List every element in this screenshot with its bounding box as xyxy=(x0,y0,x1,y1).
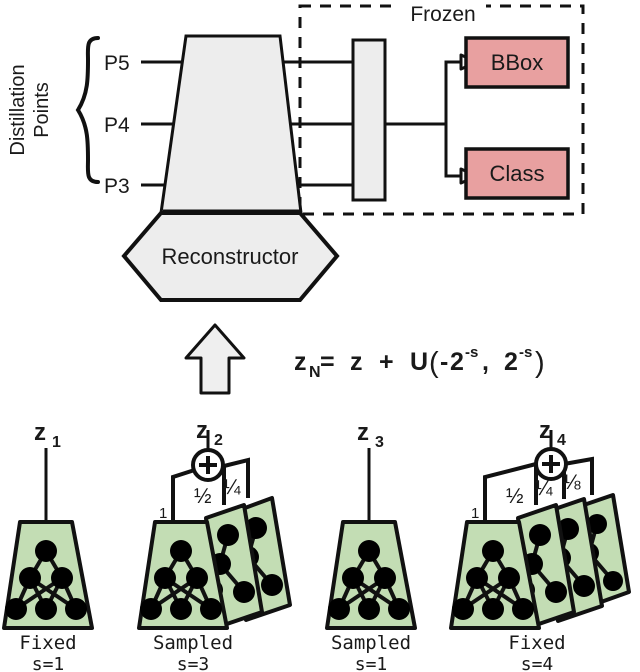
head-connectors xyxy=(385,53,479,185)
group-1-caption: Fixed xyxy=(19,632,76,654)
latent-group-4: z 4 1 ½ ¼ ⅛ Fixed s=4 xyxy=(449,417,631,672)
equation-lhs-subscript: N xyxy=(309,364,321,381)
group-2-scale-label: s=3 xyxy=(177,654,210,672)
group-2-weight-2: ½ xyxy=(194,485,212,508)
group-4-weight-1: 1 xyxy=(471,505,479,522)
group-4-latent-subscript: 4 xyxy=(557,432,566,449)
equation-upper-base: 2 xyxy=(504,348,518,376)
bbox-branch-line xyxy=(444,60,464,124)
equation-upper-exponent: -s xyxy=(519,344,532,361)
group-2-latent-label: z xyxy=(196,417,208,444)
encoder-trapezoid xyxy=(159,34,303,215)
equation-comma: , xyxy=(482,348,489,376)
group-4-latent-label: z xyxy=(539,417,551,444)
group-2-adder xyxy=(191,448,225,482)
equation-operand: z xyxy=(350,348,363,376)
group-4-weight-2: ½ xyxy=(506,485,524,508)
distillation-points-label: Distillation Points xyxy=(7,64,53,155)
equation-equals: = xyxy=(320,348,335,376)
class-head[interactable]: Class xyxy=(464,147,570,200)
noise-equation: z N = z + U ( - 2 -s , 2 -s ) xyxy=(294,344,545,381)
group-1-scale-label: s=1 xyxy=(32,654,65,672)
group-4-adder xyxy=(534,447,568,481)
group-4-weight-4: ⅛ xyxy=(563,471,581,494)
group-3-latent-subscript: 3 xyxy=(375,434,384,451)
equation-lower-exponent: -s xyxy=(465,344,478,361)
class-head-label: Class xyxy=(489,161,544,186)
group-3-caption: Sampled xyxy=(331,632,411,654)
tap-label-p3: P3 xyxy=(104,175,130,198)
equation-plus: + xyxy=(379,348,394,376)
group-4-scale-label: s=4 xyxy=(521,654,554,672)
equation-lhs: z xyxy=(294,348,307,376)
bbox-head[interactable]: BBox xyxy=(464,36,570,89)
reconstructor-label: Reconstructor xyxy=(162,244,299,269)
bbox-head-label: BBox xyxy=(491,50,544,75)
group-1-latent-label: z xyxy=(34,419,46,446)
frozen-label: Frozen xyxy=(410,3,475,26)
group-2-latent-subscript: 2 xyxy=(214,432,223,449)
group-2-weight-1: 1 xyxy=(159,505,167,522)
group-2-weight-3: ¼ xyxy=(223,476,241,499)
equation-lower-sign: - xyxy=(440,348,448,376)
equation-close-paren: ) xyxy=(535,347,545,379)
group-2-caption: Sampled xyxy=(153,632,233,654)
equation-distribution: U xyxy=(410,348,428,376)
distillation-label-line2: Points xyxy=(31,82,53,138)
latent-group-3: z 3 Sampled s=1 xyxy=(325,419,417,672)
equation-lower-base: 2 xyxy=(450,348,464,376)
group-4-weight-3: ¼ xyxy=(535,477,553,500)
tap-label-p5: P5 xyxy=(104,52,130,75)
group-3-latent-label: z xyxy=(357,419,369,446)
upward-arrow-icon xyxy=(184,323,246,395)
distillation-brace xyxy=(75,36,100,184)
latent-group-1: z 1 Fixed s=1 xyxy=(2,419,94,672)
distillation-label-line1: Distillation xyxy=(7,64,29,155)
group-4-caption: Fixed xyxy=(508,632,565,654)
figure-canvas: Frozen Distillation Points P5 P4 P3 Reco… xyxy=(0,0,640,672)
group-3-scale-label: s=1 xyxy=(355,654,388,672)
brace-path xyxy=(75,36,100,184)
group-1-latent-subscript: 1 xyxy=(52,434,61,451)
feature-neck-block xyxy=(351,38,387,202)
tap-label-p4: P4 xyxy=(104,114,130,137)
latent-group-2: z 2 1 ½ ¼ Sampled s=3 xyxy=(137,417,292,672)
equation-open-paren: ( xyxy=(429,347,439,379)
